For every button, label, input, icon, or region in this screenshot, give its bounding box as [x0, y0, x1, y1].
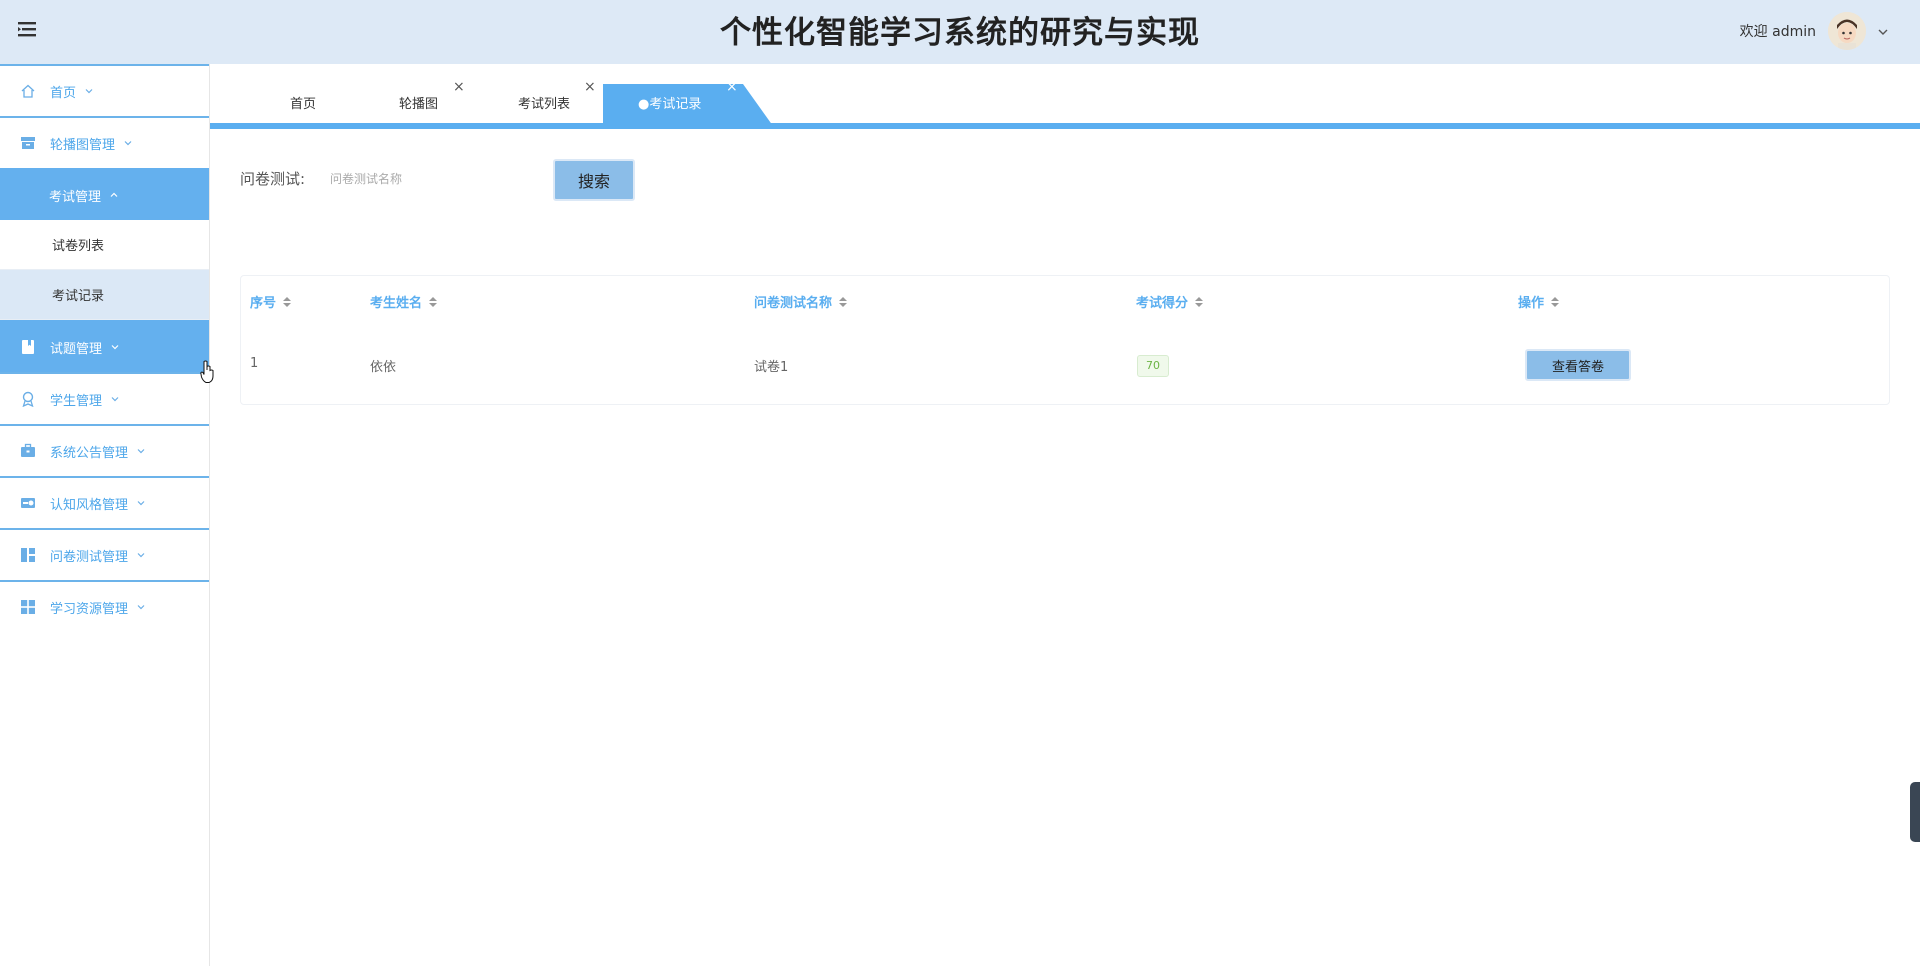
sidebar-item-resources[interactable]: 学习资源管理 — [0, 580, 209, 632]
sidebar-item-home[interactable]: 首页 — [0, 64, 209, 116]
tab-bar: 首页 轮播图 × 考试列表 × ●考试记录 × — [210, 64, 1920, 130]
sort-icon[interactable] — [1194, 295, 1204, 309]
home-icon — [20, 83, 36, 99]
top-header: 个性化智能学习系统的研究与实现 欢迎 admin — [0, 0, 1920, 64]
tab-carousel[interactable]: 轮播图 × — [399, 80, 465, 124]
sidebar-item-label: 考试管理 — [49, 189, 102, 205]
page-title: 个性化智能学习系统的研究与实现 — [720, 15, 1200, 51]
sidebar-item-label: 学习资源管理 — [50, 601, 129, 617]
cell-student-name: 依依 — [370, 360, 397, 375]
chevron-down-icon — [136, 550, 146, 560]
tab-exam-records[interactable]: ●考试记录 × — [638, 80, 738, 124]
sidebar-item-questionnaire[interactable]: 问卷测试管理 — [0, 528, 209, 580]
column-header-actions[interactable]: 操作 — [1518, 292, 1560, 311]
cell-index: 1 — [250, 356, 259, 371]
chevron-down-icon[interactable] — [1876, 24, 1890, 38]
tab-label: ●考试记录 — [638, 97, 702, 112]
cell-paper-name: 试卷1 — [754, 360, 789, 375]
column-header-student-name[interactable]: 考生姓名 — [370, 292, 438, 311]
sidebar-subitem-exam-records[interactable]: 考试记录 — [0, 270, 209, 320]
toggle-icon — [20, 495, 36, 511]
tab-exam-list[interactable]: 考试列表 × — [518, 80, 596, 124]
sidebar-subitem-paper-list[interactable]: 试卷列表 — [0, 220, 209, 270]
search-input[interactable] — [330, 165, 530, 193]
column-header-label: 考生姓名 — [370, 296, 423, 311]
sidebar-item-label: 系统公告管理 — [50, 445, 129, 461]
column-header-score[interactable]: 考试得分 — [1136, 292, 1204, 311]
column-header-index[interactable]: 序号 — [250, 292, 292, 311]
chevron-down-icon — [84, 86, 94, 96]
sidebar-item-students[interactable]: 学生管理 — [0, 372, 209, 424]
sort-icon[interactable] — [1550, 295, 1560, 309]
chevron-down-icon — [110, 394, 120, 404]
briefcase-icon — [20, 443, 36, 459]
chevron-up-icon — [109, 190, 119, 200]
book-icon — [20, 339, 36, 355]
column-header-label: 序号 — [250, 296, 277, 311]
sidebar-item-questions[interactable]: 试题管理 — [0, 320, 209, 372]
side-widget-handle[interactable] — [1910, 782, 1920, 842]
chevron-down-icon — [110, 342, 120, 352]
column-header-paper-name[interactable]: 问卷测试名称 — [754, 292, 848, 311]
tab-underline — [210, 123, 1920, 129]
sidebar-item-carousel[interactable]: 轮播图管理 — [0, 116, 209, 168]
sidebar-item-label: 学生管理 — [50, 393, 103, 409]
sidebar-item-label: 问卷测试管理 — [50, 549, 129, 565]
sidebar-item-label: 认知风格管理 — [50, 497, 129, 513]
sort-icon[interactable] — [838, 295, 848, 309]
records-table: 序号 考生姓名 问卷测试名称 考试得分 操作 1 依依 试卷1 70 查看答卷 — [240, 275, 1890, 405]
chevron-down-icon — [136, 446, 146, 456]
archive-icon — [20, 135, 36, 151]
search-button[interactable]: 搜索 — [553, 159, 635, 201]
search-label: 问卷测试: — [240, 170, 306, 188]
sidebar-item-exam[interactable]: 考试管理 — [0, 168, 209, 220]
avatar[interactable] — [1828, 12, 1866, 50]
welcome-text: 欢迎 admin — [1739, 24, 1816, 40]
sidebar-item-cognitive-style[interactable]: 认知风格管理 — [0, 476, 209, 528]
close-icon[interactable]: × — [453, 80, 465, 94]
column-header-label: 操作 — [1518, 296, 1545, 311]
tab-label: 考试列表 — [518, 97, 571, 112]
sidebar: 首页 轮播图管理 考试管理 试卷列表 考试记录 试题管理 学生管理 系统公告管理… — [0, 64, 210, 966]
column-header-label: 考试得分 — [1136, 296, 1189, 311]
sidebar-item-label: 轮播图管理 — [50, 137, 116, 153]
column-header-label: 问卷测试名称 — [754, 296, 833, 311]
hand-cursor-icon — [200, 360, 214, 383]
user-menu[interactable]: 欢迎 admin — [1740, 10, 1890, 52]
score-badge: 70 — [1137, 355, 1169, 377]
sidebar-item-label: 首页 — [50, 85, 77, 101]
close-icon[interactable]: × — [584, 80, 596, 94]
chevron-down-icon — [123, 138, 133, 148]
close-icon[interactable]: × — [726, 80, 738, 94]
award-icon — [20, 391, 36, 407]
dashboard-icon — [20, 547, 36, 563]
sidebar-item-label: 试题管理 — [50, 341, 103, 357]
sort-icon[interactable] — [428, 295, 438, 309]
sort-icon[interactable] — [282, 295, 292, 309]
tab-home[interactable]: 首页 — [290, 84, 316, 124]
sidebar-item-announcements[interactable]: 系统公告管理 — [0, 424, 209, 476]
tab-label: 轮播图 — [399, 97, 439, 112]
tab-label: 首页 — [290, 97, 317, 112]
view-answers-button[interactable]: 查看答卷 — [1525, 349, 1631, 381]
chevron-down-icon — [136, 498, 146, 508]
menu-toggle-icon[interactable] — [16, 18, 38, 40]
chevron-down-icon — [136, 602, 146, 612]
grid-icon — [20, 599, 36, 615]
